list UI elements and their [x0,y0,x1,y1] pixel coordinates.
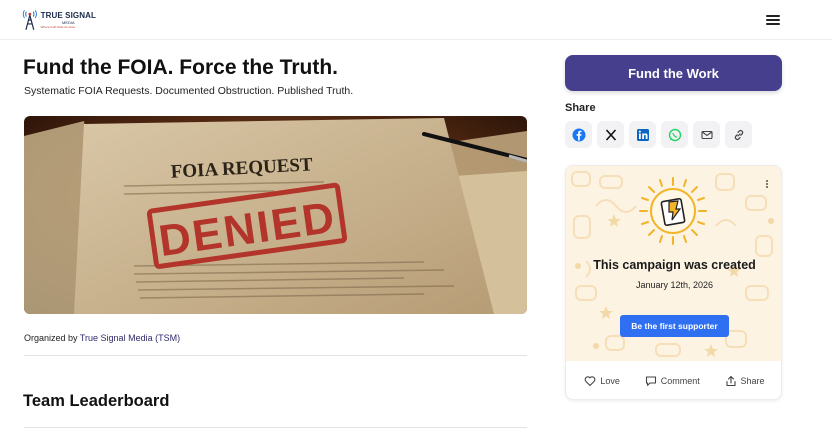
leaderboard-heading: Team Leaderboard [23,392,170,410]
share-linkedin-button[interactable] [629,121,656,148]
logo-title: TRUE SIGNAL [40,10,96,20]
page-title: Fund the FOIA. Force the Truth. [23,56,338,79]
fund-the-work-button[interactable]: Fund the Work [565,55,782,91]
x-icon [605,128,616,141]
share-email-button[interactable] [693,121,720,148]
mail-icon [700,130,713,139]
facebook-icon [572,128,585,141]
radio-tower-icon [22,9,37,30]
hamburger-menu-icon[interactable] [766,15,780,27]
logo-subtitle: MEDIA [62,19,75,25]
be-first-supporter-button[interactable]: Be the first supporter [620,315,729,337]
linkedin-icon [636,128,649,141]
campaign-created-date: January 12th, 2026 [635,280,714,290]
campaign-activity-card: This campaign was created January 12th, … [565,165,782,400]
comment-button[interactable]: Comment [645,375,700,387]
more-options-icon[interactable] [765,180,769,190]
share-facebook-button[interactable] [565,121,592,148]
organizer-line: Organized by True Signal Media (TSM) [24,333,180,343]
love-label: Love [600,376,620,386]
hero-image: FOIA REQUEST DENIED [24,116,527,314]
campaign-created-title: This campaign was created [593,258,756,272]
organizer-prefix: Organized by [24,333,80,343]
divider [24,355,527,356]
logo-tagline: Where truth finds its voice [40,24,76,29]
top-header: TRUE SIGNAL MEDIA Where truth finds its … [0,0,832,40]
site-logo[interactable]: TRUE SIGNAL MEDIA Where truth finds its … [22,8,96,32]
whatsapp-icon [668,128,681,141]
comment-icon [645,376,656,386]
share-button[interactable]: Share [725,375,765,387]
share-whatsapp-button[interactable] [661,121,688,148]
share-heading: Share [565,102,596,114]
campaign-created-badge-icon [639,177,707,245]
copy-link-button[interactable] [725,121,752,148]
heart-icon [585,376,596,387]
share-x-button[interactable] [597,121,624,148]
card-actions: Love Comment Share [566,371,781,391]
organizer-link[interactable]: True Signal Media (TSM) [80,333,180,343]
share-upload-icon [725,375,736,387]
share-buttons [565,121,752,148]
share-label: Share [740,376,765,386]
link-icon [734,129,743,140]
divider [24,427,527,428]
page-subtitle: Systematic FOIA Requests. Documented Obs… [24,85,354,97]
comment-label: Comment [660,376,700,386]
love-button[interactable]: Love [584,375,620,387]
